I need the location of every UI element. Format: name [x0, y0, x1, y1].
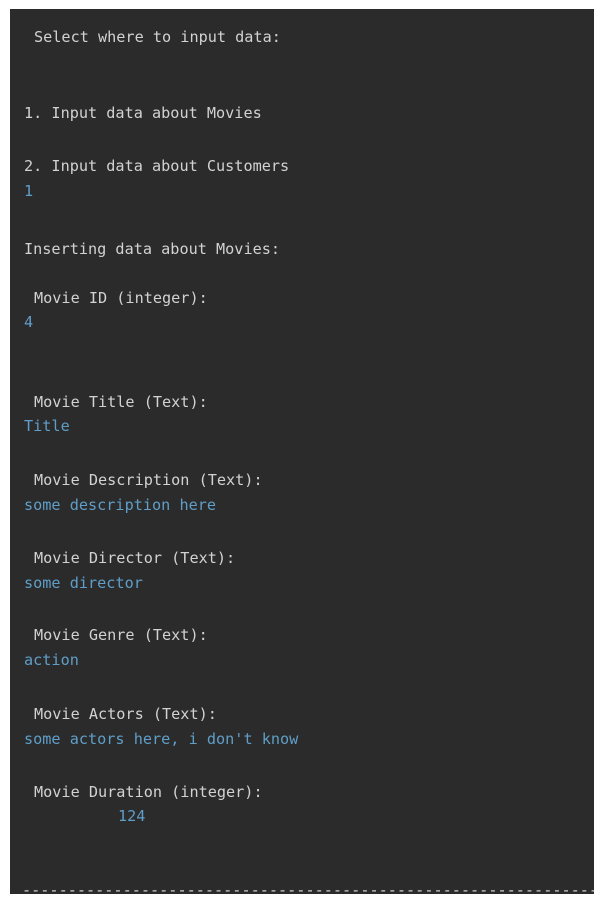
- movie-description-input[interactable]: some description here: [24, 496, 216, 515]
- movie-genre-input[interactable]: action: [24, 651, 79, 670]
- movie-actors-input[interactable]: some actors here, i don't know: [24, 730, 298, 749]
- separator-line: ----------------------------------------…: [22, 881, 594, 894]
- select-prompt: Select where to input data:: [34, 28, 281, 46]
- menu-option-customers: 2. Input data about Customers: [24, 157, 290, 175]
- movie-title-input[interactable]: Title: [24, 417, 70, 436]
- movie-title-label: Movie Title (Text):: [34, 393, 208, 411]
- movie-actors-label: Movie Actors (Text):: [34, 705, 217, 723]
- movie-genre-label: Movie Genre (Text):: [34, 626, 208, 644]
- movie-director-input[interactable]: some director: [24, 574, 143, 593]
- console-window[interactable]: Select where to input data: 1. Input dat…: [10, 9, 594, 894]
- section-title: Inserting data about Movies:: [24, 240, 281, 258]
- menu-option-movies: 1. Input data about Movies: [24, 104, 262, 122]
- movie-id-input[interactable]: 4: [24, 313, 33, 332]
- movie-duration-label: Movie Duration (integer):: [34, 783, 263, 801]
- movie-director-label: Movie Director (Text):: [34, 549, 236, 567]
- menu-choice-input[interactable]: 1: [24, 182, 33, 201]
- movie-id-label: Movie ID (integer):: [34, 289, 208, 307]
- movie-duration-input[interactable]: 124: [118, 807, 145, 826]
- movie-description-label: Movie Description (Text):: [34, 471, 263, 489]
